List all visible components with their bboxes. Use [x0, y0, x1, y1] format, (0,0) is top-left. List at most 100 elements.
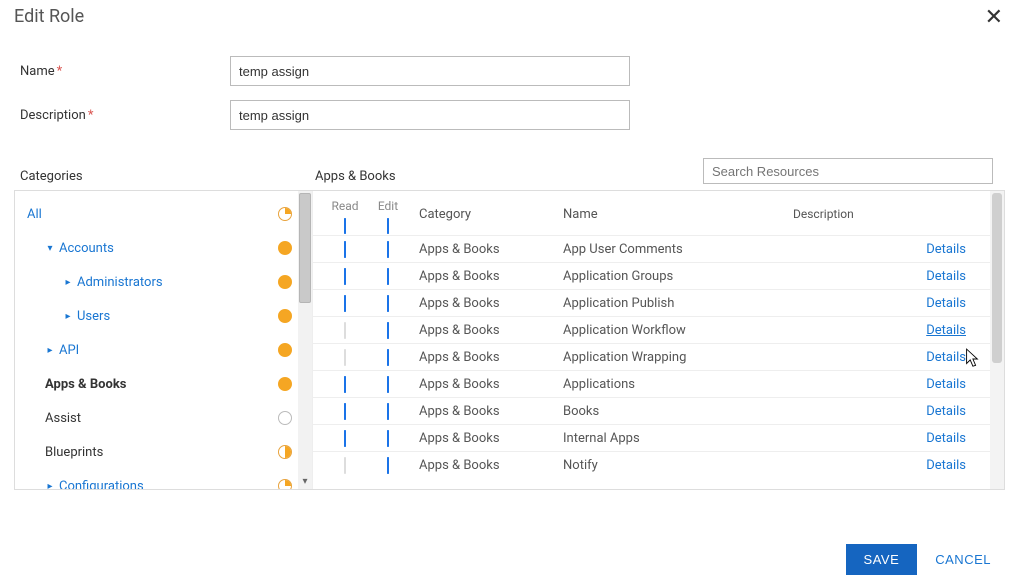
tree-item-label: Administrators — [77, 275, 163, 290]
categories-heading: Categories — [20, 169, 315, 184]
cell-category: Apps & Books — [413, 458, 563, 473]
form-area: Name* Description* — [0, 28, 1013, 152]
tree-item-label: All — [27, 207, 42, 222]
read-checkbox[interactable] — [344, 376, 346, 393]
categories-tree: All▾Accounts▸Administrators▸Users▸APIApp… — [15, 191, 313, 489]
read-checkbox[interactable] — [344, 403, 346, 420]
read-checkbox[interactable] — [344, 268, 346, 285]
tree-item-assist[interactable]: Assist — [21, 401, 312, 435]
table-scrollbar[interactable] — [990, 191, 1004, 489]
col-header-read: Read — [313, 199, 363, 233]
description-input[interactable] — [230, 100, 630, 130]
chevron-down-icon: ▾ — [45, 243, 55, 254]
edit-checkbox[interactable] — [387, 295, 389, 312]
name-input[interactable] — [230, 56, 630, 86]
tree-scrollbar[interactable]: ▾ — [298, 191, 312, 489]
tree-item-administrators[interactable]: ▸Administrators — [21, 265, 312, 299]
details-link[interactable]: Details — [926, 458, 966, 473]
cell-name: Books — [563, 404, 793, 419]
col-header-description: Description — [793, 199, 920, 221]
tree-item-label: Assist — [45, 411, 81, 426]
status-dot-icon — [278, 343, 292, 357]
edit-role-modal: Edit Role ✕ Name* Description* Categorie… — [0, 0, 1013, 585]
table-row: Apps & BooksApplicationsDetails — [313, 370, 990, 397]
tree-item-configurations[interactable]: ▸Configurations — [21, 469, 312, 489]
details-link[interactable]: Details — [926, 350, 966, 365]
details-link[interactable]: Details — [926, 242, 966, 257]
required-asterisk: * — [88, 108, 94, 123]
tree-item-label: Apps & Books — [45, 377, 126, 392]
status-dot-icon — [278, 207, 292, 221]
details-link[interactable]: Details — [926, 404, 966, 419]
form-row-name: Name* — [20, 56, 993, 86]
name-label: Name* — [20, 64, 230, 79]
save-button[interactable]: SAVE — [846, 544, 918, 575]
read-checkbox — [344, 457, 346, 474]
cell-category: Apps & Books — [413, 296, 563, 311]
status-dot-icon — [278, 241, 292, 255]
search-resources-input[interactable] — [703, 158, 993, 184]
cell-category: Apps & Books — [413, 404, 563, 419]
table-row: Apps & BooksInternal AppsDetails — [313, 424, 990, 451]
cell-name: App User Comments — [563, 242, 793, 257]
edit-checkbox[interactable] — [387, 322, 389, 339]
edit-checkbox[interactable] — [387, 403, 389, 420]
table-header-row: Read Edit Category Name Description — [313, 191, 990, 235]
read-checkbox — [344, 322, 346, 339]
table-row: Apps & BooksApplication GroupsDetails — [313, 262, 990, 289]
section-labels: Categories Apps & Books — [0, 152, 1013, 188]
tree-scroll-thumb[interactable] — [299, 193, 311, 303]
read-checkbox[interactable] — [344, 430, 346, 447]
main-grid: All▾Accounts▸Administrators▸Users▸APIApp… — [14, 190, 1005, 490]
read-all-checkbox[interactable] — [344, 218, 346, 234]
name-label-text: Name — [20, 64, 55, 79]
col-header-category: Category — [413, 199, 563, 222]
tree-item-label: Accounts — [59, 241, 114, 256]
tree-item-api[interactable]: ▸API — [21, 333, 312, 367]
tree-scroll-down-icon[interactable]: ▾ — [298, 475, 312, 489]
required-asterisk: * — [57, 64, 63, 79]
cancel-button[interactable]: CANCEL — [935, 552, 991, 567]
cell-name: Application Publish — [563, 296, 793, 311]
col-header-name: Name — [563, 199, 793, 222]
edit-checkbox[interactable] — [387, 430, 389, 447]
cell-category: Apps & Books — [413, 242, 563, 257]
details-link[interactable]: Details — [926, 269, 966, 284]
edit-checkbox[interactable] — [387, 376, 389, 393]
read-checkbox[interactable] — [344, 241, 346, 258]
read-checkbox — [344, 349, 346, 366]
edit-checkbox[interactable] — [387, 349, 389, 366]
modal-header: Edit Role ✕ — [0, 0, 1013, 28]
table-scroll-thumb[interactable] — [992, 193, 1002, 363]
close-icon[interactable]: ✕ — [985, 6, 1003, 28]
details-link[interactable]: Details — [926, 296, 966, 311]
table-row: Apps & BooksApplication Publish Details — [313, 289, 990, 316]
cell-category: Apps & Books — [413, 350, 563, 365]
cell-category: Apps & Books — [413, 323, 563, 338]
tree-item-label: Users — [77, 309, 110, 324]
cell-name: Application Groups — [563, 269, 793, 284]
table-row: Apps & BooksNotify Details — [313, 451, 990, 478]
status-dot-icon — [278, 275, 292, 289]
details-link[interactable]: Details — [926, 431, 966, 446]
tree-item-users[interactable]: ▸Users — [21, 299, 312, 333]
description-label-text: Description — [20, 108, 86, 123]
tree-item-accounts[interactable]: ▾ Accounts — [21, 231, 312, 265]
read-checkbox[interactable] — [344, 295, 346, 312]
cell-name: Notify — [563, 458, 793, 473]
description-label: Description* — [20, 108, 230, 123]
tree-item-blueprints[interactable]: Blueprints — [21, 435, 312, 469]
edit-all-checkbox[interactable] — [387, 218, 389, 234]
edit-checkbox[interactable] — [387, 457, 389, 474]
tree-item-apps-books[interactable]: Apps & Books — [21, 367, 312, 401]
edit-checkbox[interactable] — [387, 268, 389, 285]
status-dot-icon — [278, 377, 292, 391]
tree-item-label: API — [59, 343, 79, 358]
details-link[interactable]: Details — [926, 377, 966, 392]
chevron-right-icon: ▸ — [45, 481, 55, 490]
col-header-edit: Edit — [363, 199, 413, 233]
tree-item-all[interactable]: All — [21, 197, 312, 231]
edit-checkbox[interactable] — [387, 241, 389, 258]
table-row: Apps & BooksApplication WrappingDetails — [313, 343, 990, 370]
details-link[interactable]: Details — [926, 323, 966, 338]
